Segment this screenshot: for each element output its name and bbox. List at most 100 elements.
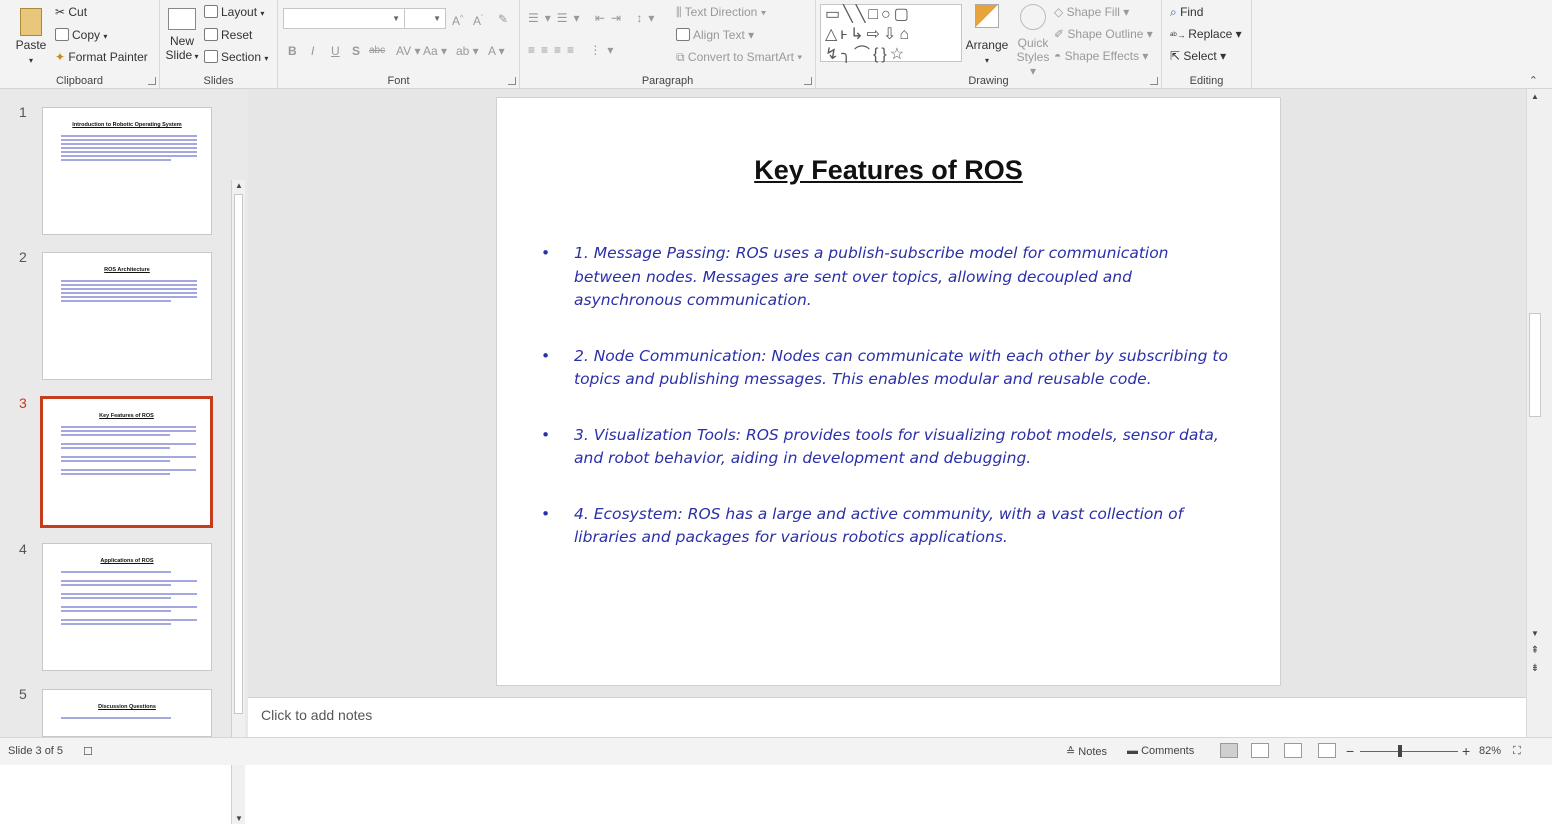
chevron-down-icon: ▼: [392, 14, 400, 23]
new-slide-icon: [168, 8, 196, 30]
section-button[interactable]: Section ▾: [204, 49, 268, 67]
convert-smartart-button[interactable]: ⧉ Convert to SmartArt ▾: [676, 49, 802, 65]
scroll-down-icon[interactable]: ▼: [1530, 629, 1540, 638]
reading-view-icon[interactable]: [1284, 743, 1302, 758]
reset-button[interactable]: Reset: [204, 27, 252, 43]
copy-button[interactable]: Copy ▾: [55, 27, 107, 45]
thumbnail-number: 5: [19, 686, 27, 702]
slides-group: New Slide ▾ Layout ▾ Reset Section ▾ Slid…: [160, 0, 278, 89]
text-direction-button[interactable]: ⫼ Text Direction ▾: [676, 4, 767, 20]
bullet-item[interactable]: • 1. Message Passing: ROS uses a publish-…: [541, 242, 1231, 313]
slide-thumbnail-1[interactable]: Introduction to Robotic Operating System: [42, 107, 212, 235]
select-button[interactable]: ⇱ Select ▾: [1170, 48, 1226, 64]
collapse-ribbon-icon[interactable]: ⌃: [1529, 74, 1538, 87]
list-buttons[interactable]: ☰▾☰▾ ⇤⇥ ↕▾: [528, 11, 660, 25]
previous-slide-icon[interactable]: ⇞: [1530, 645, 1540, 656]
status-bar: Slide 3 of 5 ☐ ≙ Notes ▬ Comments − + 82…: [0, 737, 1552, 765]
font-launcher[interactable]: [508, 77, 516, 85]
format-painter-button[interactable]: ✦ Format Painter: [55, 49, 148, 65]
thumbnail-number: 1: [19, 104, 27, 120]
slide-sorter-icon[interactable]: [1251, 743, 1269, 758]
highlight-icon[interactable]: ab ▾: [456, 43, 479, 59]
brush-icon: ✦: [55, 50, 69, 64]
layout-button[interactable]: Layout ▾: [204, 4, 264, 22]
font-color-button[interactable]: A ▾: [488, 43, 505, 59]
paragraph-label: Paragraph: [641, 75, 694, 87]
slide-thumbnail-2[interactable]: ROS Architecture: [42, 252, 212, 380]
thumbnail-scrollbar[interactable]: ▲ ▼: [231, 180, 245, 824]
font-group: ▼ ▼ A^ Aˇ ✎ B I U S abc AV ▾ Aa ▾ ab ▾ A…: [278, 0, 520, 89]
arrange-button[interactable]: Arrange ▾: [964, 4, 1010, 68]
quick-styles-button[interactable]: Quick Styles ▾: [1014, 4, 1052, 78]
normal-view-icon[interactable]: [1220, 743, 1238, 758]
bullet-item[interactable]: • 2. Node Communication: Nodes can commun…: [541, 345, 1231, 392]
cut-button[interactable]: ✂ Cut: [55, 4, 87, 20]
slide-thumbnail-3[interactable]: Key Features of ROS: [40, 396, 213, 528]
comment-icon: ▬: [1127, 745, 1142, 757]
drawing-launcher[interactable]: [1150, 77, 1158, 85]
editing-label: Editing: [1189, 75, 1224, 87]
smartart-icon: ⧉: [676, 50, 688, 64]
strikethrough-button[interactable]: abc: [369, 43, 385, 59]
find-button[interactable]: ⌕ Find: [1170, 4, 1203, 20]
thumbnail-number: 4: [19, 541, 27, 557]
slide-bullet-list[interactable]: • 1. Message Passing: ROS uses a publish-…: [541, 242, 1231, 582]
zoom-out-button[interactable]: −: [1346, 743, 1354, 759]
font-size-combo[interactable]: ▼: [404, 8, 446, 29]
editor-scrollbar[interactable]: ▲ ▼ ⇞ ⇟: [1526, 89, 1552, 737]
chevron-down-icon: ▼: [433, 14, 441, 23]
thumbnail-number: 3: [19, 395, 27, 411]
arrange-icon: [975, 4, 999, 28]
slide-thumbnail-5[interactable]: Discussion Questions: [42, 689, 212, 737]
slide-title[interactable]: Key Features of ROS: [497, 155, 1280, 186]
shadow-button[interactable]: S: [352, 43, 360, 59]
font-label: Font: [387, 75, 410, 87]
zoom-slider[interactable]: [1360, 751, 1458, 752]
paragraph-launcher[interactable]: [804, 77, 812, 85]
notes-placeholder: Click to add notes: [261, 707, 373, 723]
replace-button[interactable]: ᵃᵇ→ Replace ▾: [1170, 26, 1242, 43]
bullet-item[interactable]: • 3. Visualization Tools: ROS provides to…: [541, 424, 1231, 471]
bold-button[interactable]: B: [288, 43, 297, 59]
grow-font-button[interactable]: A^: [452, 11, 463, 29]
thumbnail-number: 2: [19, 249, 27, 265]
slide-canvas[interactable]: Key Features of ROS • 1. Message Passing:…: [496, 97, 1281, 686]
change-case-button[interactable]: Aa ▾: [423, 43, 447, 59]
comments-button[interactable]: ▬ Comments: [1127, 745, 1194, 757]
zoom-level[interactable]: 82%: [1479, 745, 1501, 757]
zoom-in-button[interactable]: +: [1462, 743, 1470, 759]
italic-button[interactable]: I: [311, 43, 314, 59]
font-name-combo[interactable]: ▼: [283, 8, 405, 29]
scroll-up-icon[interactable]: ▲: [234, 181, 244, 190]
slide-thumbnail-4[interactable]: Applications of ROS: [42, 543, 212, 671]
new-slide-button[interactable]: New Slide ▾: [162, 8, 202, 64]
effects-icon: ◓: [1054, 49, 1065, 63]
slideshow-icon[interactable]: [1318, 743, 1336, 758]
drawing-group: ▭╲╲□○▢ △ⱶ↳⇨⇩⌂ ↯╮⌒{}☆ Arrange ▾ Quick Styles …: [816, 0, 1162, 89]
underline-button[interactable]: U: [331, 43, 340, 59]
paste-button[interactable]: Paste ▾: [14, 8, 48, 68]
notes-icon: ≙: [1066, 746, 1079, 758]
spell-check-icon[interactable]: ☐: [83, 745, 93, 758]
slides-label: Slides: [203, 75, 234, 87]
notes-pane[interactable]: Click to add notes: [248, 697, 1526, 737]
notes-button[interactable]: ≙ Notes: [1066, 745, 1107, 758]
shapes-gallery[interactable]: ▭╲╲□○▢ △ⱶ↳⇨⇩⌂ ↯╮⌒{}☆: [820, 4, 962, 63]
shape-effects-button[interactable]: ◓ Shape Effects ▾: [1054, 48, 1148, 64]
shrink-font-button[interactable]: Aˇ: [473, 11, 483, 29]
scroll-up-icon[interactable]: ▲: [1530, 92, 1540, 101]
shape-fill-button[interactable]: ◇ Shape Fill ▾: [1054, 4, 1129, 20]
next-slide-icon[interactable]: ⇟: [1530, 663, 1540, 674]
fit-to-window-icon[interactable]: ⛶: [1513, 745, 1521, 758]
clipboard-launcher[interactable]: [148, 77, 156, 85]
align-buttons[interactable]: ≡≡≡≡ ⋮▾: [528, 43, 619, 57]
scrollbar-thumb[interactable]: [1529, 313, 1541, 417]
scroll-down-icon[interactable]: ▼: [234, 814, 244, 823]
align-text-button[interactable]: Align Text ▾: [676, 27, 754, 43]
shape-outline-button[interactable]: ✐ Shape Outline ▾: [1054, 26, 1153, 42]
character-spacing-button[interactable]: AV ▾: [396, 43, 420, 59]
clear-formatting-icon[interactable]: ✎: [498, 11, 508, 27]
scrollbar-thumb[interactable]: [234, 194, 243, 714]
bullet-item[interactable]: • 4. Ecosystem: ROS has a large and activ…: [541, 503, 1231, 550]
zoom-slider-thumb[interactable]: [1398, 745, 1402, 757]
